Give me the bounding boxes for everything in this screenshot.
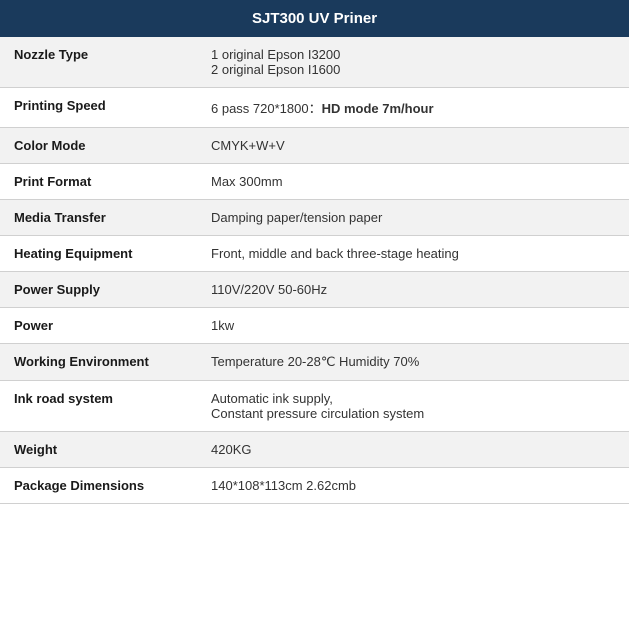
spec-label: Media Transfer [0, 200, 197, 236]
spec-label: Power Supply [0, 272, 197, 308]
spec-value: Automatic ink supply,Constant pressure c… [197, 381, 629, 432]
spec-table-container: SJT300 UV Priner Nozzle Type1 original E… [0, 0, 629, 504]
table-header: SJT300 UV Priner [0, 0, 629, 37]
spec-label: Package Dimensions [0, 468, 197, 504]
spec-value: 420KG [197, 432, 629, 468]
table-row: Working EnvironmentTemperature 20-28℃ Hu… [0, 344, 629, 381]
table-row: Media TransferDamping paper/tension pape… [0, 200, 629, 236]
table-row: Power Supply110V/220V 50-60Hz [0, 272, 629, 308]
spec-label: Working Environment [0, 344, 197, 381]
spec-label: Nozzle Type [0, 37, 197, 88]
spec-label: Printing Speed [0, 88, 197, 128]
spec-value: Damping paper/tension paper [197, 200, 629, 236]
table-row: Print FormatMax 300mm [0, 164, 629, 200]
spec-label: Ink road system [0, 381, 197, 432]
header-title: SJT300 UV Priner [252, 10, 377, 27]
spec-value: CMYK+W+V [197, 128, 629, 164]
spec-value: Temperature 20-28℃ Humidity 70% [197, 344, 629, 381]
spec-value: Front, middle and back three-stage heati… [197, 236, 629, 272]
spec-value: 110V/220V 50-60Hz [197, 272, 629, 308]
table-row: Color ModeCMYK+W+V [0, 128, 629, 164]
table-row: Power1kw [0, 308, 629, 344]
spec-label: Print Format [0, 164, 197, 200]
spec-table: Nozzle Type1 original Epson I32002 origi… [0, 37, 629, 504]
spec-label: Power [0, 308, 197, 344]
table-row: Nozzle Type1 original Epson I32002 origi… [0, 37, 629, 88]
table-row: Printing Speed6 pass 720*1800：HD mode 7m… [0, 88, 629, 128]
spec-value: 1kw [197, 308, 629, 344]
spec-value: 140*108*113cm 2.62cmb [197, 468, 629, 504]
spec-value: Max 300mm [197, 164, 629, 200]
table-row: Weight420KG [0, 432, 629, 468]
table-row: Heating EquipmentFront, middle and back … [0, 236, 629, 272]
spec-label: Weight [0, 432, 197, 468]
spec-label: Heating Equipment [0, 236, 197, 272]
table-row: Package Dimensions140*108*113cm 2.62cmb [0, 468, 629, 504]
spec-label: Color Mode [0, 128, 197, 164]
spec-value: 1 original Epson I32002 original Epson I… [197, 37, 629, 88]
table-row: Ink road systemAutomatic ink supply,Cons… [0, 381, 629, 432]
spec-value: 6 pass 720*1800：HD mode 7m/hour [197, 88, 629, 128]
